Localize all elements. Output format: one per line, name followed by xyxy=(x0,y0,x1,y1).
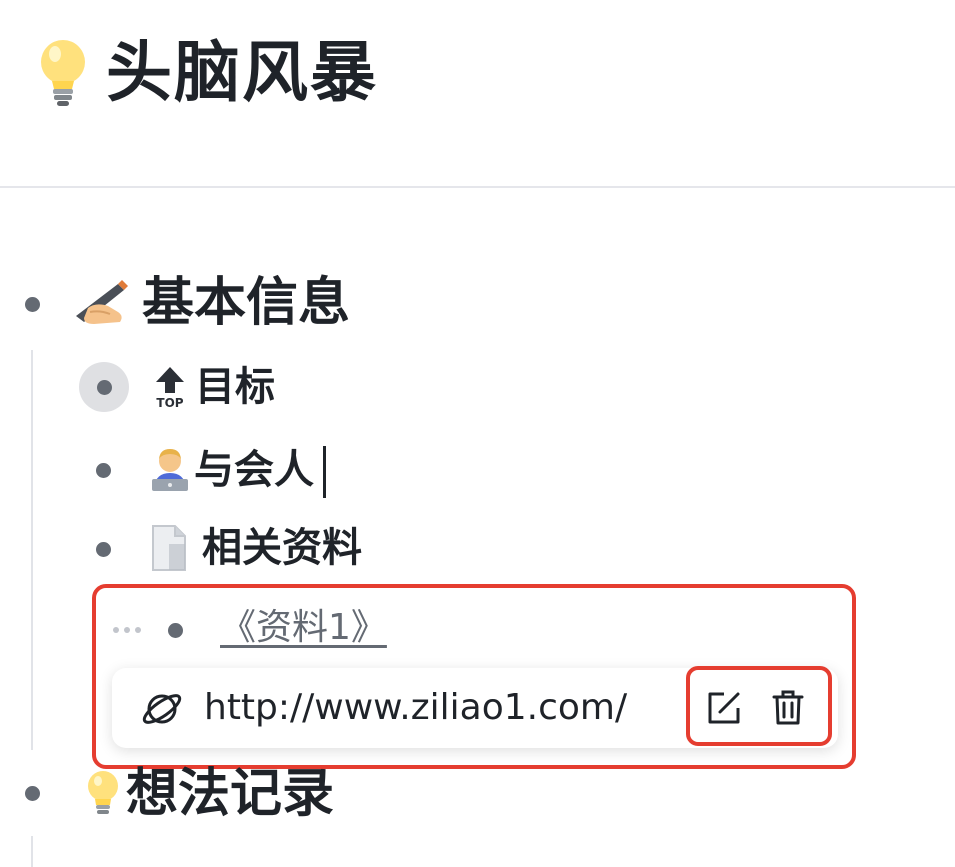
lightbulb-icon xyxy=(88,771,118,814)
drag-handle-icon[interactable] xyxy=(113,627,141,633)
outline-guide-line xyxy=(31,350,33,750)
delete-link-button[interactable] xyxy=(765,685,811,731)
outline-bullet-hover[interactable] xyxy=(79,362,129,412)
outline-item-goal[interactable]: TOP 目标 xyxy=(151,361,275,413)
outline-bullet[interactable] xyxy=(168,623,183,638)
outline-bullet[interactable] xyxy=(96,463,111,478)
page-title: 头脑风暴 xyxy=(106,34,378,111)
document-icon xyxy=(152,525,186,571)
page-header: 头脑风暴 xyxy=(34,28,378,118)
outline-bullet[interactable] xyxy=(25,786,40,801)
top-arrow-icon: TOP xyxy=(156,367,184,409)
header-divider xyxy=(0,186,955,188)
outline-bullet[interactable] xyxy=(25,297,40,312)
writing-hand-icon xyxy=(76,280,128,324)
text-cursor xyxy=(323,446,326,498)
outline-item-participants[interactable]: 与会人 xyxy=(148,444,314,496)
outline-guide-line xyxy=(31,836,33,867)
lightbulb-icon xyxy=(41,40,85,106)
outline-bullet[interactable] xyxy=(96,542,111,557)
planet-icon xyxy=(142,694,182,724)
outline-item-materials[interactable]: 相关资料 xyxy=(150,522,362,574)
link-url[interactable]: http://www.ziliao1.com/ xyxy=(204,690,627,726)
outline-item-basic-info[interactable]: 基本信息 xyxy=(74,273,350,333)
svg-text:TOP: TOP xyxy=(156,396,183,409)
edit-link-button[interactable] xyxy=(701,685,747,731)
technologist-icon xyxy=(152,449,188,491)
trash-icon xyxy=(772,690,804,725)
material-link[interactable]: 《资料1》 xyxy=(220,610,387,646)
outline-item-ideas[interactable]: 想法记录 xyxy=(84,764,334,824)
edit-icon xyxy=(708,692,740,724)
